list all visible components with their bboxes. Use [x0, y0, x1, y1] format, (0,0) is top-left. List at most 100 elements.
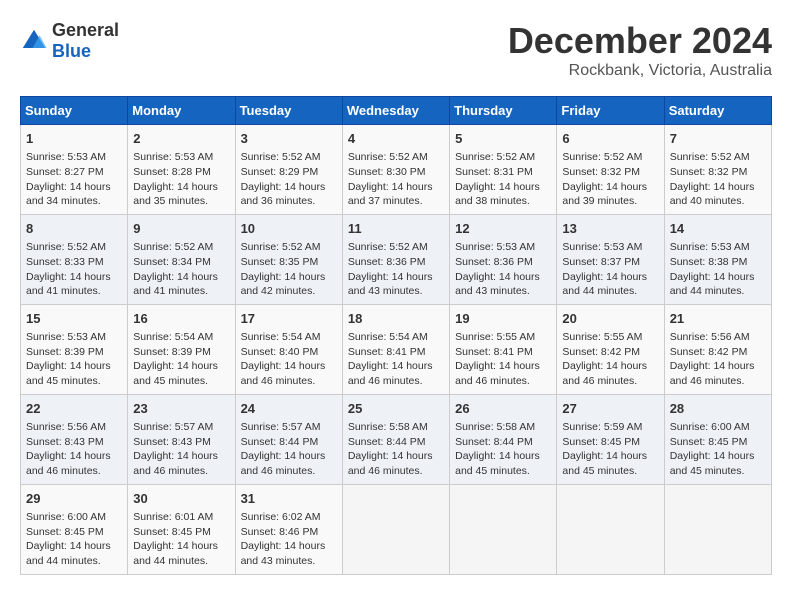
daylight-text: Daylight: 14 hours and 45 minutes.: [26, 359, 122, 388]
day-number: 1: [26, 130, 122, 148]
sunrise-text: Sunrise: 6:01 AM: [133, 510, 229, 525]
daylight-text: Daylight: 14 hours and 46 minutes.: [455, 359, 551, 388]
daylight-text: Daylight: 14 hours and 35 minutes.: [133, 180, 229, 209]
sunrise-text: Sunrise: 6:00 AM: [26, 510, 122, 525]
calendar-cell: 16Sunrise: 5:54 AMSunset: 8:39 PMDayligh…: [128, 304, 235, 394]
daylight-text: Daylight: 14 hours and 46 minutes.: [133, 449, 229, 478]
logo: General Blue: [20, 20, 119, 62]
day-header-tuesday: Tuesday: [235, 97, 342, 125]
sunset-text: Sunset: 8:41 PM: [348, 345, 444, 360]
calendar-cell: 19Sunrise: 5:55 AMSunset: 8:41 PMDayligh…: [450, 304, 557, 394]
sunset-text: Sunset: 8:35 PM: [241, 255, 337, 270]
calendar-cell: 3Sunrise: 5:52 AMSunset: 8:29 PMDaylight…: [235, 125, 342, 215]
daylight-text: Daylight: 14 hours and 45 minutes.: [455, 449, 551, 478]
calendar-cell: 6Sunrise: 5:52 AMSunset: 8:32 PMDaylight…: [557, 125, 664, 215]
day-number: 31: [241, 490, 337, 508]
sunrise-text: Sunrise: 5:55 AM: [455, 330, 551, 345]
day-header-friday: Friday: [557, 97, 664, 125]
sunrise-text: Sunrise: 5:57 AM: [133, 420, 229, 435]
sunrise-text: Sunrise: 5:58 AM: [348, 420, 444, 435]
page-header: General Blue December 2024 Rockbank, Vic…: [20, 20, 772, 80]
sunset-text: Sunset: 8:39 PM: [26, 345, 122, 360]
sunrise-text: Sunrise: 5:52 AM: [670, 150, 766, 165]
day-header-wednesday: Wednesday: [342, 97, 449, 125]
day-number: 4: [348, 130, 444, 148]
sunrise-text: Sunrise: 5:52 AM: [562, 150, 658, 165]
daylight-text: Daylight: 14 hours and 40 minutes.: [670, 180, 766, 209]
sunrise-text: Sunrise: 5:52 AM: [133, 240, 229, 255]
sunset-text: Sunset: 8:43 PM: [133, 435, 229, 450]
day-number: 18: [348, 310, 444, 328]
calendar-cell: 7 Sunrise: 5:52 AMSunset: 8:32 PMDaylight…: [664, 125, 771, 215]
daylight-text: Daylight: 14 hours and 41 minutes.: [133, 270, 229, 299]
sunrise-text: Sunrise: 5:52 AM: [26, 240, 122, 255]
calendar-cell: 1 Sunrise: 5:53 AMSunset: 8:27 PMDaylight…: [21, 125, 128, 215]
sunset-text: Sunset: 8:46 PM: [241, 525, 337, 540]
location-title: Rockbank, Victoria, Australia: [508, 62, 772, 80]
day-number: 30: [133, 490, 229, 508]
sunrise-text: Sunrise: 5:53 AM: [26, 150, 122, 165]
sunset-text: Sunset: 8:45 PM: [26, 525, 122, 540]
sunrise-text: Sunrise: 5:53 AM: [562, 240, 658, 255]
sunrise-text: Sunrise: 5:56 AM: [26, 420, 122, 435]
calendar-cell: 17Sunrise: 5:54 AMSunset: 8:40 PMDayligh…: [235, 304, 342, 394]
calendar-cell: 5Sunrise: 5:52 AMSunset: 8:31 PMDaylight…: [450, 125, 557, 215]
day-header-monday: Monday: [128, 97, 235, 125]
daylight-text: Daylight: 14 hours and 46 minutes.: [26, 449, 122, 478]
day-number: 6: [562, 130, 658, 148]
day-number: 28: [670, 400, 766, 418]
sunset-text: Sunset: 8:31 PM: [455, 165, 551, 180]
day-number: 10: [241, 220, 337, 238]
daylight-text: Daylight: 14 hours and 43 minutes.: [455, 270, 551, 299]
daylight-text: Daylight: 14 hours and 45 minutes.: [670, 449, 766, 478]
day-number: 12: [455, 220, 551, 238]
sunset-text: Sunset: 8:34 PM: [133, 255, 229, 270]
sunset-text: Sunset: 8:29 PM: [241, 165, 337, 180]
daylight-text: Daylight: 14 hours and 36 minutes.: [241, 180, 337, 209]
calendar-cell: 24Sunrise: 5:57 AMSunset: 8:44 PMDayligh…: [235, 394, 342, 484]
daylight-text: Daylight: 14 hours and 46 minutes.: [348, 359, 444, 388]
daylight-text: Daylight: 14 hours and 44 minutes.: [26, 539, 122, 568]
day-number: 26: [455, 400, 551, 418]
sunrise-text: Sunrise: 6:00 AM: [670, 420, 766, 435]
sunset-text: Sunset: 8:36 PM: [455, 255, 551, 270]
calendar-cell: 31Sunrise: 6:02 AMSunset: 8:46 PMDayligh…: [235, 484, 342, 574]
day-number: 20: [562, 310, 658, 328]
sunset-text: Sunset: 8:39 PM: [133, 345, 229, 360]
daylight-text: Daylight: 14 hours and 45 minutes.: [133, 359, 229, 388]
day-header-sunday: Sunday: [21, 97, 128, 125]
calendar-cell: 15Sunrise: 5:53 AMSunset: 8:39 PMDayligh…: [21, 304, 128, 394]
sunset-text: Sunset: 8:40 PM: [241, 345, 337, 360]
daylight-text: Daylight: 14 hours and 46 minutes.: [241, 359, 337, 388]
month-title: December 2024: [508, 20, 772, 62]
day-number: 7: [670, 130, 766, 148]
logo-blue: Blue: [52, 41, 91, 61]
sunset-text: Sunset: 8:32 PM: [562, 165, 658, 180]
calendar-cell: 11Sunrise: 5:52 AMSunset: 8:36 PMDayligh…: [342, 214, 449, 304]
sunrise-text: Sunrise: 5:52 AM: [241, 150, 337, 165]
day-number: 5: [455, 130, 551, 148]
daylight-text: Daylight: 14 hours and 41 minutes.: [26, 270, 122, 299]
sunrise-text: Sunrise: 5:57 AM: [241, 420, 337, 435]
sunset-text: Sunset: 8:44 PM: [241, 435, 337, 450]
calendar-cell: 23Sunrise: 5:57 AMSunset: 8:43 PMDayligh…: [128, 394, 235, 484]
daylight-text: Daylight: 14 hours and 46 minutes.: [670, 359, 766, 388]
calendar-cell: 20Sunrise: 5:55 AMSunset: 8:42 PMDayligh…: [557, 304, 664, 394]
daylight-text: Daylight: 14 hours and 34 minutes.: [26, 180, 122, 209]
day-number: 13: [562, 220, 658, 238]
calendar-week-3: 22Sunrise: 5:56 AMSunset: 8:43 PMDayligh…: [21, 394, 772, 484]
day-number: 14: [670, 220, 766, 238]
day-number: 15: [26, 310, 122, 328]
day-number: 21: [670, 310, 766, 328]
logo-general: General: [52, 20, 119, 40]
calendar-cell: 18Sunrise: 5:54 AMSunset: 8:41 PMDayligh…: [342, 304, 449, 394]
sunset-text: Sunset: 8:27 PM: [26, 165, 122, 180]
calendar-cell: 10Sunrise: 5:52 AMSunset: 8:35 PMDayligh…: [235, 214, 342, 304]
day-number: 29: [26, 490, 122, 508]
calendar-cell: 8Sunrise: 5:52 AMSunset: 8:33 PMDaylight…: [21, 214, 128, 304]
daylight-text: Daylight: 14 hours and 42 minutes.: [241, 270, 337, 299]
daylight-text: Daylight: 14 hours and 44 minutes.: [133, 539, 229, 568]
daylight-text: Daylight: 14 hours and 37 minutes.: [348, 180, 444, 209]
sunset-text: Sunset: 8:32 PM: [670, 165, 766, 180]
calendar-cell: 2Sunrise: 5:53 AMSunset: 8:28 PMDaylight…: [128, 125, 235, 215]
